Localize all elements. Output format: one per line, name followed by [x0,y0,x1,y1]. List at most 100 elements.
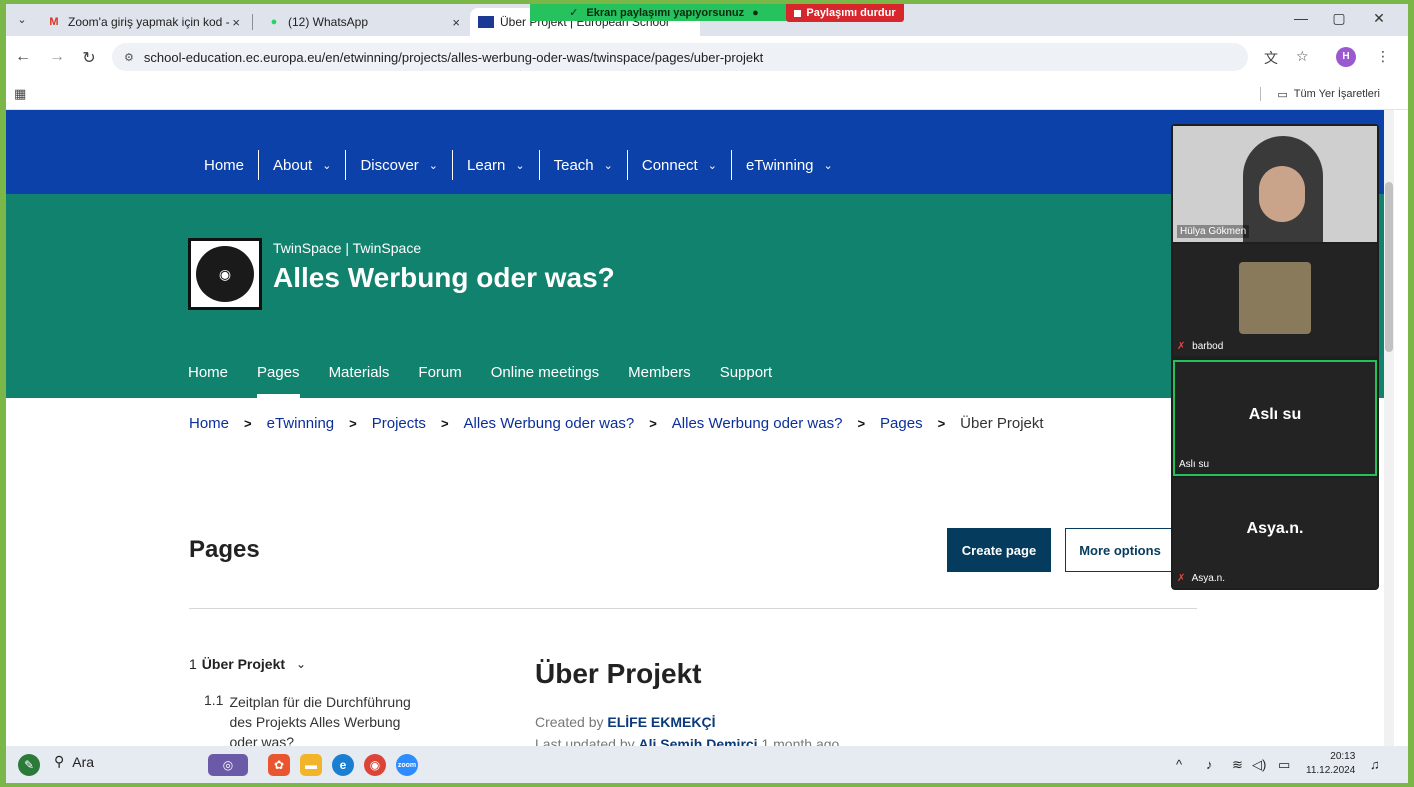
close-tab-icon[interactable]: × [232,15,240,30]
tab-zoom-login[interactable]: M Zoom'a giriş yapmak için kod - × [38,8,248,36]
chevron-right-icon: > [649,416,657,431]
hero-title: Alles Werbung oder was? [273,262,615,293]
nav-teach[interactable]: Teach ⌄ [538,150,627,180]
breadcrumb-home[interactable]: Home [189,415,229,432]
bookmarks-bar: ▦ ▭ Tüm Yer İşaretleri [6,78,1408,110]
reload-icon[interactable]: ↻ [78,48,100,68]
close-window-icon[interactable]: ✕ [1364,10,1394,27]
participant-name-row: ✗ barbod [1177,341,1223,352]
system-clock[interactable]: 20:13 11.12.2024 [1306,750,1355,778]
chevron-right-icon: > [937,416,946,431]
news-widget-icon[interactable]: ◎ [208,754,248,776]
nav-learn-label: Learn [467,156,506,174]
create-page-button[interactable]: Create page [947,528,1051,572]
taskbar-search[interactable]: ⚲ Ara [54,753,94,770]
breadcrumb-projects[interactable]: Projects [372,415,426,432]
close-tab-icon[interactable]: × [452,15,460,30]
participant-tile-active[interactable]: Aslı su Aslı su [1173,360,1377,476]
notification-bell-icon[interactable]: ♫ [1370,757,1380,772]
tab-whatsapp[interactable]: ● (12) WhatsApp × [258,8,468,36]
breadcrumb-pages[interactable]: Pages [880,415,923,432]
editor-link[interactable]: Ali Semih Demirci [639,736,758,746]
chevron-down-icon: ⌄ [823,159,833,172]
nav-about[interactable]: About ⌄ [258,150,345,180]
widgets-icon[interactable]: ✎ [18,754,40,776]
shield-icon: ● [752,6,759,19]
browser-menu-icon[interactable]: ⋮ [1376,48,1390,65]
microphone-icon[interactable]: ♪ [1206,757,1213,772]
breadcrumb-twinspace[interactable]: Alles Werbung oder was? [672,415,843,432]
tab-pages[interactable]: Pages [257,364,300,398]
zoom-icon[interactable]: zoom [396,754,418,776]
wifi-icon[interactable]: ≋ [1232,757,1243,773]
chrome-icon[interactable]: ◉ [364,754,386,776]
screen: ⌄ M Zoom'a giriş yapmak için kod - × ● (… [6,4,1408,783]
chevron-right-icon: > [349,416,357,431]
tab-search-chevron-icon[interactable]: ⌄ [12,10,32,30]
battery-icon[interactable]: ▭ [1278,757,1290,773]
mic-muted-icon: ✗ [1177,341,1186,352]
toc-label: Zeitplan für die Durchführung des Projek… [229,694,411,746]
participant-tile[interactable]: Hülya Gökmen [1173,126,1377,242]
volume-icon[interactable]: ◁) [1252,757,1266,773]
translate-icon[interactable]: 文 [1264,48,1278,68]
toc-item-uber-projekt[interactable]: 1 Über Projekt ⌄ [189,656,306,672]
chevron-up-icon[interactable]: ^ [1176,757,1182,772]
tab-online-meetings[interactable]: Online meetings [491,364,599,398]
project-logo: ◉ [188,238,262,310]
participant-display-name: Aslı su [1248,406,1302,423]
maximize-icon[interactable]: ▢ [1324,10,1354,27]
participant-name: Hülya Gökmen [1177,225,1250,238]
edge-icon[interactable]: e [332,754,354,776]
participant-tile[interactable]: Asya.n. ✗ Asya.n. [1173,478,1377,588]
page-scrollbar[interactable] [1384,110,1394,746]
author-link[interactable]: ELİFE EKMEKÇİ [607,714,715,730]
tab-forum[interactable]: Forum [418,364,461,398]
chevron-down-icon[interactable]: ⌄ [296,657,306,671]
more-options-button[interactable]: More options [1065,528,1175,572]
nav-discover-label: Discover [360,156,419,174]
all-bookmarks-label: Tüm Yer İşaretleri [1293,88,1380,100]
address-bar-row: ← → ↻ ⚙ school-education.ec.europa.eu/en… [6,36,1408,78]
url-field[interactable]: ⚙ school-education.ec.europa.eu/en/etwin… [112,43,1248,71]
nav-discover[interactable]: Discover ⌄ [345,150,452,180]
bookmark-star-icon[interactable]: ☆ [1296,48,1309,65]
windows-taskbar: ✎ ⚲ Ara ◎ ✿ ▬ e ◉ zoom ^ ♪ ≋ ◁) ▭ 20:13 … [6,746,1408,783]
chevron-down-icon: ⌄ [428,159,439,172]
participant-tile[interactable]: ✗ barbod [1173,244,1377,356]
file-explorer-icon[interactable]: ▬ [300,754,322,776]
stop-square-icon [794,9,802,17]
nav-learn[interactable]: Learn ⌄ [452,150,539,180]
all-bookmarks-button[interactable]: ▭ Tüm Yer İşaretleri [1260,87,1380,101]
folder-icon: ▭ [1277,88,1288,101]
copilot-icon[interactable]: ✿ [268,754,290,776]
tab-title: (12) WhatsApp [288,15,369,29]
profile-avatar[interactable]: H [1336,47,1356,67]
toc-item-zeitplan[interactable]: 1.1 Zeitplan für die Durchführung des Pr… [204,692,429,746]
apps-grid-icon[interactable]: ▦ [14,86,26,102]
tab-support[interactable]: Support [720,364,773,398]
chevron-down-icon: ⌄ [322,159,332,172]
back-arrow-icon[interactable]: ← [12,48,34,66]
gmail-icon: M [49,16,59,28]
breadcrumb-project[interactable]: Alles Werbung oder was? [464,415,635,432]
nav-home[interactable]: Home [196,150,258,180]
tab-materials[interactable]: Materials [329,364,390,398]
nav-etwinning[interactable]: eTwinning ⌄ [730,150,847,180]
site-settings-icon[interactable]: ⚙ [124,51,134,64]
forward-arrow-icon[interactable]: → [46,48,68,66]
minimize-icon[interactable]: — [1286,10,1316,26]
url-text: school-education.ec.europa.eu/en/etwinni… [143,49,764,65]
chevron-down-icon: ⌄ [515,159,525,172]
participant-video [1239,262,1311,334]
stop-share-button[interactable]: Paylaşımı durdur [786,4,904,22]
clock-date: 11.12.2024 [1306,765,1356,776]
toc-number: 1 [189,656,197,672]
tab-members[interactable]: Members [628,364,691,398]
breadcrumb-etwinning[interactable]: eTwinning [267,415,335,432]
tab-home[interactable]: Home [188,364,228,398]
stop-share-label: Paylaşımı durdur [806,7,896,19]
nav-connect[interactable]: Connect ⌄ [626,150,731,180]
scrollbar-thumb[interactable] [1385,182,1393,352]
nav-teach-label: Teach [553,156,594,174]
